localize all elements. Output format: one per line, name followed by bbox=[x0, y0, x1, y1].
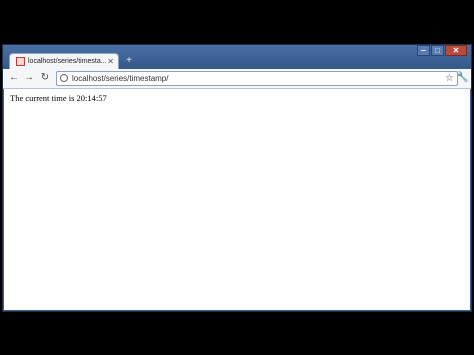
close-window-icon: ✕ bbox=[452, 46, 460, 55]
forward-button[interactable]: → bbox=[23, 72, 35, 84]
navigation-toolbar: ← → ↻ localhost/series/timestamp/ ☆ 🔧 bbox=[3, 69, 471, 89]
close-icon[interactable]: ✕ bbox=[107, 56, 114, 67]
page-favicon-icon bbox=[16, 57, 25, 66]
wrench-menu-button[interactable]: 🔧 bbox=[456, 72, 468, 84]
tab-active[interactable]: localhost/series/timesta... ✕ bbox=[9, 53, 119, 70]
close-window-button[interactable]: ✕ bbox=[445, 45, 467, 56]
page-content: The current time is 20:14:57 bbox=[4, 89, 470, 310]
window-controls: ‒ □ ✕ bbox=[417, 45, 467, 57]
reload-button[interactable]: ↻ bbox=[39, 72, 51, 84]
wrench-icon: 🔧 bbox=[456, 72, 469, 83]
bookmark-star-icon[interactable]: ☆ bbox=[445, 72, 454, 85]
browser-window: ‒ □ ✕ localhost/series/timesta... ✕ + ← … bbox=[2, 44, 472, 312]
maximize-icon: □ bbox=[435, 46, 440, 55]
back-arrow-icon: ← bbox=[9, 72, 19, 83]
address-url[interactable]: localhost/series/timestamp/ bbox=[72, 73, 168, 84]
current-time-text: The current time is 20:14:57 bbox=[10, 93, 107, 103]
minimize-button[interactable]: ‒ bbox=[417, 45, 430, 56]
new-tab-button[interactable]: + bbox=[124, 56, 134, 66]
minimize-icon: ‒ bbox=[421, 46, 426, 55]
plus-icon: + bbox=[126, 55, 132, 66]
maximize-button[interactable]: □ bbox=[431, 45, 444, 56]
address-bar[interactable]: localhost/series/timestamp/ ☆ bbox=[56, 71, 458, 86]
back-button[interactable]: ← bbox=[8, 72, 20, 84]
reload-icon: ↻ bbox=[40, 72, 50, 83]
tab-title: localhost/series/timesta... bbox=[28, 58, 107, 65]
globe-icon bbox=[60, 74, 68, 82]
title-bar: ‒ □ ✕ localhost/series/timesta... ✕ + bbox=[3, 45, 471, 70]
forward-arrow-icon: → bbox=[24, 72, 34, 83]
